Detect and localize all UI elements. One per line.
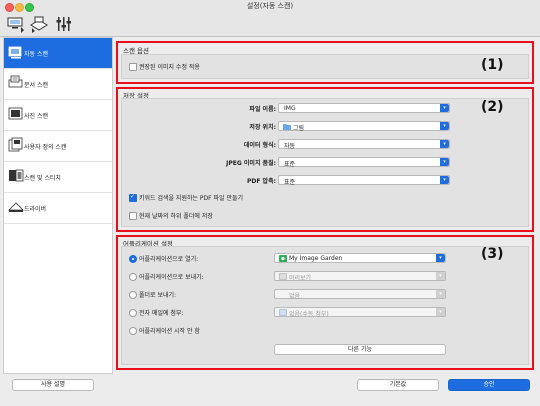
sidebar-item-label: 문서 스캔 [24,82,48,89]
more-functions-button[interactable]: 다른 기능 [274,344,446,355]
sidebar-item-auto-scan[interactable]: 자동 스캔 [4,38,112,69]
apply-correction-label: 권장된 이미지 수정 적용 [139,64,200,71]
subfolder-checkbox[interactable] [129,212,137,220]
sidebar-item-label: 스캔 및 스티치 [24,175,61,182]
open-with-radio[interactable] [129,255,137,263]
jpeg-quality-label: JPEG 이미지 품질: [226,160,276,167]
chevron-down-icon: ▾ [440,122,449,130]
scan-stitch-icon [8,168,24,184]
sidebar-item-label: 자동 스캔 [24,51,48,58]
attach-email-dropdown[interactable]: 없음(수동 첨부) ▾ [274,307,446,318]
ok-button[interactable]: 승인 [448,379,530,391]
settings-panel: 스캔 옵션 권장된 이미지 수정 적용 (1) 저장 설정 파일 이름: IMG… [113,37,537,372]
scan-from-operation-panel-icon[interactable] [29,15,49,33]
send-to-app-label: 어플리케이션으로 보내기: [139,274,204,281]
window-title: 설정(자동 스캔) [246,2,294,10]
save-in-value: 그림 [293,125,305,132]
preview-app-icon [279,273,287,282]
attach-email-label: 전자 메일에 첨부: [139,310,184,317]
keyword-pdf-checkbox[interactable] [129,193,137,202]
save-in-label: 저장 위치: [249,124,276,131]
jpeg-quality-value: 표준 [284,161,296,168]
photo-scan-icon [8,106,24,122]
auto-scan-icon [8,44,24,60]
send-to-folder-label: 폴더로 보내기: [139,292,177,299]
sidebar-item-label: 드라이버 [24,206,47,213]
title-bar: 설정(자동 스캔) [0,0,540,12]
chevron-down-icon: ▾ [440,176,449,184]
file-name-label: 파일 이름: [249,106,276,113]
chevron-down-icon: ▾ [436,254,445,262]
open-with-value: My Image Garden [289,255,343,262]
pdf-compression-value: 표준 [284,179,296,186]
no-app-label: 어플리케이션 시작 안 함 [139,328,200,335]
chevron-down-icon: ▾ [440,158,449,166]
data-format-label: 데이터 형식: [243,142,276,149]
custom-scan-icon [8,137,24,153]
defaults-button[interactable]: 기본값 [357,379,439,391]
section-marker-2: (2) [481,99,504,115]
sidebar-item-scan-stitch[interactable]: 스캔 및 스티치 [4,162,112,193]
sidebar-item-driver[interactable]: 드라이버 [4,193,112,224]
sidebar-item-label: 사용자 정의 스캔 [24,144,67,151]
sidebar-item-label: 사진 스캔 [24,113,48,120]
apply-correction-checkbox[interactable] [129,63,137,71]
sidebar-item-photo-scan[interactable]: 사진 스캔 [4,100,112,131]
attach-email-value: 없음(수동 첨부) [289,311,329,318]
general-settings-icon[interactable] [54,15,74,33]
save-in-dropdown[interactable]: 그림 ▾ [278,121,450,132]
scan-options-box: 권장된 이미지 수정 적용 [121,54,529,79]
send-to-app-radio[interactable] [129,273,137,281]
chevron-down-icon: ▾ [440,104,449,112]
data-format-dropdown[interactable]: 자동 ▾ [278,139,450,150]
open-with-label: 어플리케이션으로 열기: [139,256,199,263]
instructions-button[interactable]: 사용 설명 [12,379,94,391]
chevron-down-icon: ▾ [436,308,445,316]
toolbar [0,12,540,37]
email-icon [279,309,287,318]
jpeg-quality-dropdown[interactable]: 표준 ▾ [278,157,450,168]
section-marker-3: (3) [481,246,504,262]
pdf-compression-label: PDF 압축: [246,178,276,185]
subfolder-label: 현재 날짜의 하위 폴더에 저장 [139,213,213,220]
send-to-folder-dropdown[interactable]: 없음 ▾ [274,289,446,300]
document-scan-icon [8,75,24,91]
send-to-app-value: 미리보기 [289,275,312,282]
send-to-app-dropdown[interactable]: 미리보기 ▾ [274,271,446,282]
sidebar-item-document-scan[interactable]: 문서 스캔 [4,69,112,100]
save-settings-box: 파일 이름: IMG ▾ 저장 위치: 그림 ▾ 데이터 형식: 자동 ▾ JP… [121,98,529,227]
file-name-value: IMG [284,105,296,112]
section-marker-1: (1) [481,57,504,73]
driver-icon [8,199,24,215]
open-with-dropdown[interactable]: My Image Garden ▾ [274,253,446,263]
file-name-field[interactable]: IMG ▾ [278,103,450,113]
send-to-folder-value: 없음 [289,293,301,300]
scan-from-computer-icon[interactable] [6,15,26,33]
no-app-radio[interactable] [129,327,137,335]
sidebar-item-custom-scan[interactable]: 사용자 정의 스캔 [4,131,112,162]
app-settings-box: 어플리케이션으로 열기: My Image Garden ▾ 어플리케이션으로 … [121,246,529,365]
attach-email-radio[interactable] [129,309,137,317]
chevron-down-icon: ▾ [436,272,445,280]
folder-icon [283,123,291,132]
data-format-value: 자동 [284,143,296,150]
send-to-folder-radio[interactable] [129,291,137,299]
sidebar: 자동 스캔 문서 스캔 사진 스캔 사용자 정의 스캔 스캔 및 스티치 드라이… [3,37,113,374]
image-garden-icon [279,255,287,264]
pdf-compression-dropdown[interactable]: 표준 ▾ [278,175,450,186]
chevron-down-icon: ▾ [436,290,445,298]
keyword-pdf-label: 키워드 검색을 지원하는 PDF 파일 만들기 [139,195,244,202]
chevron-down-icon: ▾ [440,140,449,148]
